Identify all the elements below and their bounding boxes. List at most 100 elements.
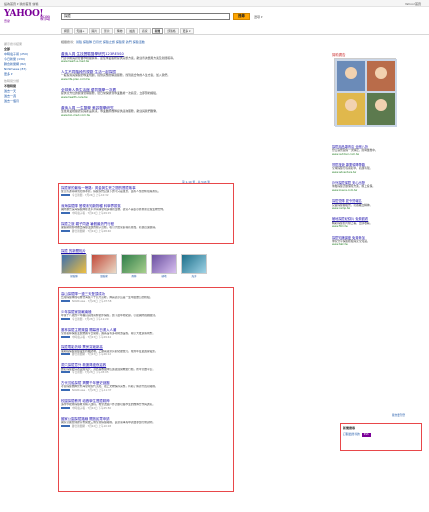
source-bar-icon [61,229,70,232]
news-photo[interactable]: 冒險家 [91,254,117,278]
yahoo-news-logo[interactable]: YAHOO! 奇摩 新聞 [4,10,56,26]
news-meta: NOWnews · 7月24日 上午07:58 [61,299,231,303]
news-meta: 今日新聞 · 7月23日 下午03:05 [61,371,231,374]
rss-label: 訂閱此搜尋的 [343,432,360,436]
source-bar-icon [61,371,70,374]
source-bar-icon [61,335,70,338]
source-bar-icon [61,211,70,214]
news-photo[interactable]: 海洋 [181,254,207,278]
result-url: www.bio-med.com.tw [61,112,90,117]
ad-banner-image[interactable] [334,58,397,127]
ad-url: www.outdoor.com.tw [332,152,360,156]
rss-badge-icon: RSS [361,433,371,437]
rss-subscribe[interactable]: 訂閱此搜尋的 RSS [341,432,421,437]
search-result: 全球美人魚生活館 優質醫學一次看 提供全方位的健康管理服務，從日常保健到專業醫療一… [61,88,226,100]
search-input[interactable]: 探險 [61,13,230,20]
news-meta: 中時電子報 · 7月24日 上午09:15 [61,211,231,215]
source-bar-icon [61,299,70,302]
news-source: 聯合新聞網 · 7月24日 上午08:40 [72,229,112,233]
news-meta: 中時電子報 · 7月23日 下午09:44 [61,335,231,339]
news-meta: 聯合新聞網 · 7月22日 上午10:18 [61,424,231,428]
news-photo[interactable]: 雨林 [121,254,147,278]
news-photo-caption[interactable]: 雨林 [121,274,147,278]
search-options-link[interactable]: 選項 ▾ [254,15,262,19]
news-photo-thumb[interactable] [91,254,117,274]
yahoo-home-link[interactable]: Yahoo!首頁 [405,2,421,6]
related-label: 相關搜尋： [61,40,77,44]
news-source: 中時電子報 · 7月22日 下午05:50 [72,406,112,410]
sidebar-heading-source: 顯示搜尋結果 [4,42,23,46]
news-item: 探險之旅 親子同遊 暑假最熱門行程 暑假期間各地推出探險主題的親子活動，吸引大批家… [61,222,231,233]
ad-signup-link[interactable]: 我也要刊登 [392,413,405,417]
news-source: 今日新聞 · 7月24日 上午10:32 [72,193,109,197]
news-photo-strip: 探險隊 冒險家 雨林 極地 海洋 [61,254,207,278]
ad-url: www.adventure.tw [332,170,357,174]
source-bar-icon [61,317,70,320]
news-item: 洞穴探險意外 救援隊連夜搶救 數名探險愛好者受困洞穴，消防與救援隊伍連夜展開救援行… [61,363,231,374]
news-photos-heading[interactable]: 探險 的新聞相片 [61,248,86,253]
news-photo-caption[interactable]: 冒險家 [91,274,117,278]
ad-item: 極地探險紀錄片 免費觀看 精彩探險影片線上看，立即收看。 www.film.tw [332,217,424,228]
news-meta: 聯合新聞網 · 7月23日 下午06:12 [61,353,231,356]
top-links[interactable]: 設為首頁 ▾ 我的首頁 信箱 [4,2,38,6]
news-source: 聯合新聞網 · 7月23日 下午06:12 [72,353,112,357]
news-source: 今日新聞 · 7月23日 下午03:05 [72,371,109,375]
top-bar [0,0,429,7]
result-url: www.life-plan.com.tw [61,77,90,82]
source-bar-icon [61,406,70,409]
news-item: 少年探險家挑戰南極 年僅十八歲的少年獨自完成南極徒步探險，創下最年輕紀錄，引起國際… [61,310,231,321]
ad-list: 探險用品專賣店 全館八折 登山露營裝備一次購足，限時優惠中。 www.outdoor… [332,145,424,254]
news-photo-thumb[interactable] [121,254,147,274]
news-item: 叢林探險主題樂園 開幕首日湧入人潮 全新叢林探險主題樂園今日開幕，園區設有多項刺激… [61,328,231,339]
sidebar-item[interactable]: 更多 ▾ [4,72,52,77]
ads-title: 贊助廣告 [332,53,346,57]
news-photo-thumb[interactable] [61,254,87,274]
ad-url: www.film.tw [332,225,348,229]
logo-news: 新聞 [40,16,51,22]
news-photo-caption[interactable]: 海洋 [181,274,207,278]
news-item: 校園探險教育 培養學生冒險精神 多所學校將探險教育納入課程，希望透過戶外活動培養學… [61,399,231,410]
related-links[interactable]: 冒險 探險隊 日月光 探險之旅 探險家 熱門 探險活動 [76,40,145,44]
ad-item: 探險營隊 夏令營報名 兒童探險體驗營，培養獨立精神。 www.camp.tw [332,199,424,210]
news-meta: 今日新聞 · 7月23日 下午11:20 [61,317,231,321]
search-result: 產後人員 一生醫學 美容醫學研究 生技產業相關研究與產品資訊，專業醫師團隊提供諮詢… [61,106,226,118]
news-item: 國家公園探險路線 開放民眾申請 國家公園管理處宣布開放三條全新探險路線，民眾需事先… [61,417,231,428]
search-result: 產後人員 生技實驗醫學研究123RE5S0 門診手術與研發醫學相關資料，最佳專業服… [61,52,226,64]
banner-photo-icon [335,59,397,127]
news-meta: NOWnews · 7月23日 上午11:37 [61,388,231,392]
source-bar-icon [61,388,70,391]
news-photo-caption[interactable]: 探險隊 [61,274,87,278]
news-photo-caption[interactable]: 極地 [151,274,177,278]
news-list-bottom: 高山探險隊一連三天登頂成功 台灣探險隊成功攀登海拔八千公尺高峰，隊員表示這是一生中… [61,292,231,435]
news-source: 中時電子報 · 7月24日 上午09:15 [72,211,112,215]
tab-divider [0,34,429,35]
news-item: 深海探險隊 發現未知新物種 科學界振奮 國際聯合深海探險隊在太平洋海溝發現多種新生… [61,204,231,215]
news-photo[interactable]: 探險隊 [61,254,87,278]
news-photo-thumb[interactable] [151,254,177,274]
sponsored-results: 產後人員 生技實驗醫學研究123RE5S0 門診手術與研發醫學相關資料，最佳專業服… [61,52,226,124]
news-photo-thumb[interactable] [181,254,207,274]
source-bar-icon [61,424,70,427]
news-photo[interactable]: 極地 [151,254,177,278]
news-item: 探險電影熱映 票房突破新高 暑期檔探險冒險電影持續熱映，上映兩週票房即突破億元，成… [61,345,231,356]
news-item: 探險家的最後一哩路：黃金與生死之間的冒險故事 從亞馬遜雨林到北極冰原，探險家們記錄… [61,186,231,197]
search-result: 人生不同階段的規劃 生活一起探險 一般投資與保險的專業規劃，提供完整的解說服務，找… [61,70,226,82]
news-source: NOWnews · 7月24日 上午07:58 [72,299,112,303]
news-meta: 聯合新聞網 · 7月24日 上午08:40 [61,229,231,233]
search-button[interactable]: 搜尋 [233,13,250,20]
related-searches: 相關搜尋：冒險 探險隊 日月光 探險之旅 探險家 熱門 探險活動 [61,40,331,44]
news-source: 聯合新聞網 · 7月22日 上午10:18 [72,424,112,428]
ad-item: 探險知識講座 免費參加 專家分享探險經驗與安全知識。 www.talk.tw [332,236,424,247]
result-url: www.health-care.tw [61,95,88,100]
news-source: NOWnews · 7月23日 上午11:37 [72,388,112,392]
news-list-top: 探險家的最後一哩路：黃金與生死之間的冒險故事 從亞馬遜雨林到北極冰原，探險家們記錄… [61,186,231,239]
news-item: 古代沉船探險 揭開千年歷史謎團 考古探險團隊於外海發現古代沉船，船上文物保存完整，… [61,381,231,392]
sidebar-time-item[interactable]: 過去一個月 [4,99,52,104]
news-meta: 今日新聞 · 7月24日 上午10:32 [61,193,231,197]
ad-url: www.camp.tw [332,207,351,211]
news-search-title: 新聞搜尋 [343,426,356,430]
news-source: 今日新聞 · 7月23日 下午11:20 [72,317,109,321]
source-bar-icon [61,353,70,356]
news-search-box: 新聞搜尋 訂閱此搜尋的 RSS [340,423,422,451]
source-bar-icon [61,193,70,196]
